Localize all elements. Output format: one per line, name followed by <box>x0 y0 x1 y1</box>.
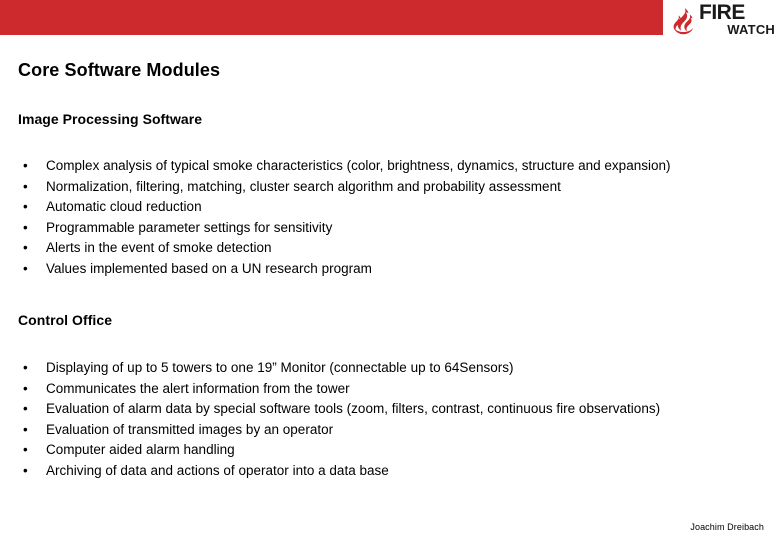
list-item-text: Communicates the alert information from … <box>46 380 350 396</box>
list-item-text: Displaying of up to 5 towers to one 19” … <box>46 360 514 375</box>
list-item: • Alerts in the event of smoke detection <box>18 238 762 259</box>
header-red-bar <box>0 0 663 35</box>
list-item: • Displaying of up to 5 towers to one 19… <box>18 358 762 379</box>
section-heading: Image Processing Software <box>18 111 203 127</box>
bullet-list-control-office: • Displaying of up to 5 towers to one 19… <box>18 358 762 481</box>
bullet-icon: • <box>23 178 28 194</box>
list-item: • Values implemented based on a UN resea… <box>18 259 762 280</box>
section-heading: Control Office <box>18 312 113 328</box>
bullet-icon: • <box>23 421 28 437</box>
bullet-icon: • <box>23 240 28 255</box>
list-item-text: Values implemented based on a UN researc… <box>46 260 372 276</box>
section-control-office: Control Office • Displaying of up to 5 t… <box>18 312 762 481</box>
bullet-icon: • <box>23 462 28 478</box>
list-item: • Evaluation of alarm data by special so… <box>18 399 762 420</box>
list-item-text: Complex analysis of typical smoke charac… <box>46 158 671 173</box>
bullet-icon: • <box>23 442 28 457</box>
list-item-text: Evaluation of transmitted images by an o… <box>46 421 334 437</box>
footer-author: Joachim Dreibach <box>690 522 764 532</box>
list-item: • Archiving of data and actions of opera… <box>18 461 762 482</box>
bullet-icon: • <box>23 219 28 235</box>
bullet-icon: • <box>23 260 28 276</box>
bullet-list-image-processing: • Complex analysis of typical smoke char… <box>18 156 762 279</box>
bullet-icon: • <box>23 380 28 396</box>
page-title: Core Software Modules <box>18 60 221 80</box>
logo-line-fire: FIRE <box>699 1 745 24</box>
slide-header: FIRE WATCH <box>0 0 780 40</box>
list-item-text: Evaluation of alarm data by special soft… <box>46 401 661 416</box>
list-item: • Programmable parameter settings for se… <box>18 218 762 239</box>
bullet-icon: • <box>23 199 28 214</box>
list-item: • Evaluation of transmitted images by an… <box>18 420 762 441</box>
list-item-text: Normalization, filtering, matching, clus… <box>46 178 561 194</box>
list-item-text: Alerts in the event of smoke detection <box>46 240 272 255</box>
list-item-text: Automatic cloud reduction <box>46 199 202 214</box>
list-item: • Normalization, filtering, matching, cl… <box>18 177 762 198</box>
list-item-text: Programmable parameter settings for sens… <box>46 219 333 235</box>
bullet-icon: • <box>23 158 28 173</box>
bullet-icon: • <box>23 401 28 416</box>
list-item-text: Computer aided alarm handling <box>46 442 235 457</box>
list-item: • Communicates the alert information fro… <box>18 379 762 400</box>
section-image-processing: Image Processing Software • Complex anal… <box>18 111 762 279</box>
list-item: • Automatic cloud reduction <box>18 197 762 218</box>
flame-icon <box>668 6 698 36</box>
logo-line-watch: WATCH <box>727 22 775 37</box>
logo-wordmark: FIRE WATCH <box>699 2 779 37</box>
list-item: • Computer aided alarm handling <box>18 440 762 461</box>
bullet-icon: • <box>23 360 28 375</box>
list-item: • Complex analysis of typical smoke char… <box>18 156 762 177</box>
list-item-text: Archiving of data and actions of operato… <box>46 462 389 478</box>
firewatch-logo: FIRE WATCH <box>663 0 780 40</box>
